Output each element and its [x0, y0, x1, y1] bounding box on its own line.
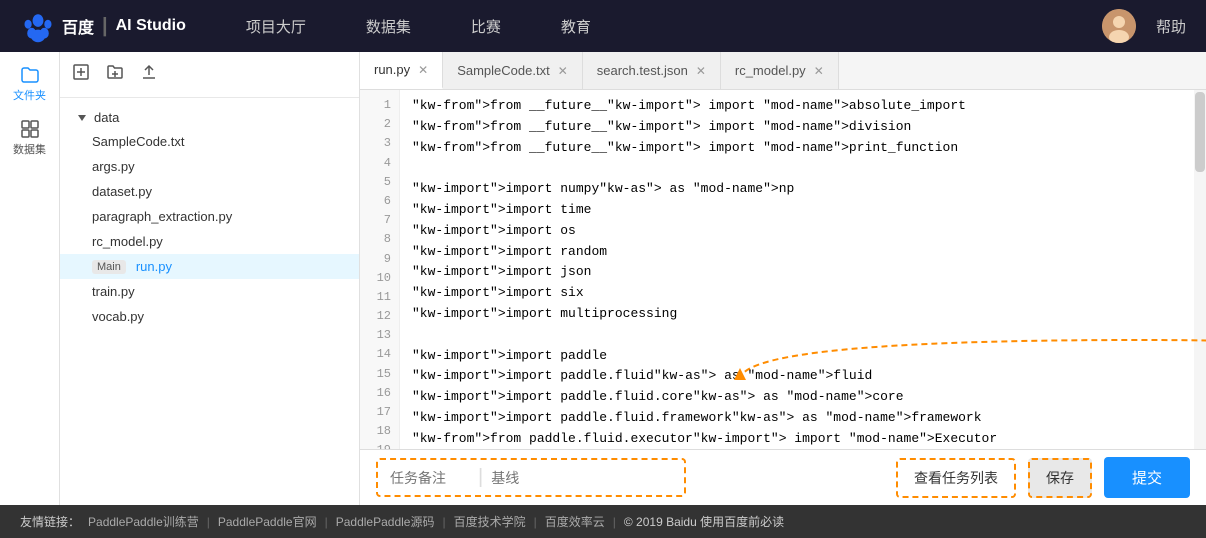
footer-link-0[interactable]: PaddlePaddle训练营	[88, 513, 199, 530]
baidu-text: 百度	[62, 14, 94, 38]
footer-link-2[interactable]: PaddlePaddle源码	[336, 513, 435, 530]
sidebar-item-datasets[interactable]: 数据集	[8, 116, 52, 160]
view-task-button[interactable]: 查看任务列表	[896, 458, 1016, 498]
tab-label: search.test.json	[597, 63, 688, 78]
file-label: dataset.py	[92, 184, 152, 199]
file-tree: data SampleCode.txt args.py dataset.py p…	[60, 98, 359, 505]
header: 百度 | AI Studio 项目大厅 数据集 比赛 教育 帮助	[0, 0, 1206, 52]
nav-item-education[interactable]: 教育	[561, 16, 591, 37]
file-dataset[interactable]: dataset.py	[60, 179, 359, 204]
file-toolbar	[60, 52, 359, 98]
file-label: rc_model.py	[92, 234, 163, 249]
tab-close-run[interactable]: ✕	[418, 63, 428, 77]
app-name: AI Studio	[116, 17, 186, 35]
logo: 百度 | AI Studio	[20, 8, 186, 44]
avatar-image	[1102, 9, 1136, 43]
grid-icon	[20, 119, 40, 139]
chevron-down-icon	[76, 112, 88, 124]
scrollbar-thumb[interactable]	[1195, 92, 1205, 172]
file-train[interactable]: train.py	[60, 279, 359, 304]
input-divider: |	[478, 466, 483, 489]
tab-search-json[interactable]: search.test.json ✕	[583, 52, 721, 89]
tab-label: SampleCode.txt	[457, 63, 550, 78]
footer: 友情链接： PaddlePaddle训练营 | PaddlePaddle官网 |…	[0, 505, 1206, 538]
code-editor[interactable]: 123456789101112131415161718192021222324 …	[360, 90, 1206, 449]
run-file-label: run.py	[136, 259, 172, 274]
save-button[interactable]: 保存	[1028, 458, 1092, 498]
code-lines: "kw-from">from __future__"kw-import"> im…	[400, 90, 1206, 449]
file-label: train.py	[92, 284, 135, 299]
line-numbers: 123456789101112131415161718192021222324	[360, 90, 400, 449]
file-run[interactable]: Main run.py	[60, 254, 359, 279]
task-note-input[interactable]	[390, 470, 470, 486]
baseline-input[interactable]	[491, 470, 672, 486]
help-link[interactable]: 帮助	[1156, 16, 1186, 37]
scrollbar-track[interactable]	[1194, 90, 1206, 449]
footer-prefix: 友情链接：	[20, 513, 80, 530]
file-label: args.py	[92, 159, 135, 174]
nav-item-datasets[interactable]: 数据集	[366, 16, 411, 37]
footer-link-4[interactable]: 百度效率云	[545, 513, 605, 530]
files-label: 文件夹	[13, 87, 46, 103]
file-panel: data SampleCode.txt args.py dataset.py p…	[60, 52, 360, 505]
tab-close-rc[interactable]: ✕	[814, 64, 824, 78]
footer-div-1: |	[325, 515, 328, 529]
file-args[interactable]: args.py	[60, 154, 359, 179]
sidebar-item-files[interactable]: 文件夹	[8, 62, 52, 106]
avatar[interactable]	[1102, 9, 1136, 43]
footer-copyright: © 2019 Baidu 使用百度前必读	[624, 513, 784, 530]
folder-data[interactable]: data	[60, 106, 359, 129]
file-rcmodel[interactable]: rc_model.py	[60, 229, 359, 254]
input-area: |	[376, 458, 686, 497]
header-right: 帮助	[1102, 9, 1186, 43]
sidebar: 文件夹 数据集	[0, 52, 60, 505]
footer-link-3[interactable]: 百度技术学院	[454, 513, 526, 530]
logo-divider: |	[102, 15, 108, 38]
footer-div-2: |	[442, 515, 445, 529]
tab-label: run.py	[374, 62, 410, 77]
file-label: SampleCode.txt	[92, 134, 185, 149]
tabs-bar: run.py ✕ SampleCode.txt ✕ search.test.js…	[360, 52, 1206, 90]
folder-icon	[20, 65, 40, 85]
code-content: 123456789101112131415161718192021222324 …	[360, 90, 1206, 449]
file-samplecode[interactable]: SampleCode.txt	[60, 129, 359, 154]
main-content: 文件夹 数据集	[0, 52, 1206, 505]
tab-rcmodel[interactable]: rc_model.py ✕	[721, 52, 839, 89]
baidu-logo-icon	[20, 8, 56, 44]
file-vocab[interactable]: vocab.py	[60, 304, 359, 329]
main-badge: Main	[92, 260, 126, 274]
footer-div-4: |	[613, 515, 616, 529]
new-folder-icon[interactable]	[106, 63, 124, 86]
editor-area: run.py ✕ SampleCode.txt ✕ search.test.js…	[360, 52, 1206, 505]
tab-samplecode[interactable]: SampleCode.txt ✕	[443, 52, 583, 89]
footer-div-0: |	[207, 515, 210, 529]
file-label: vocab.py	[92, 309, 144, 324]
folder-name: data	[94, 110, 119, 125]
main-nav: 项目大厅 数据集 比赛 教育	[246, 16, 1102, 37]
tab-close-sample[interactable]: ✕	[558, 64, 568, 78]
file-paragraph[interactable]: paragraph_extraction.py	[60, 204, 359, 229]
nav-item-projects[interactable]: 项目大厅	[246, 16, 306, 37]
tab-run-py[interactable]: run.py ✕	[360, 52, 443, 89]
footer-link-1[interactable]: PaddlePaddle官网	[218, 513, 317, 530]
nav-item-competition[interactable]: 比赛	[471, 16, 501, 37]
submit-button[interactable]: 提交	[1104, 457, 1190, 498]
tab-label: rc_model.py	[735, 63, 806, 78]
upload-icon[interactable]	[140, 63, 158, 86]
tab-close-search[interactable]: ✕	[696, 64, 706, 78]
file-label: paragraph_extraction.py	[92, 209, 232, 224]
bottom-bar: | 查看任务列表 保存 提交	[360, 449, 1206, 505]
footer-div-3: |	[534, 515, 537, 529]
new-file-icon[interactable]	[72, 63, 90, 86]
datasets-label: 数据集	[13, 141, 46, 157]
